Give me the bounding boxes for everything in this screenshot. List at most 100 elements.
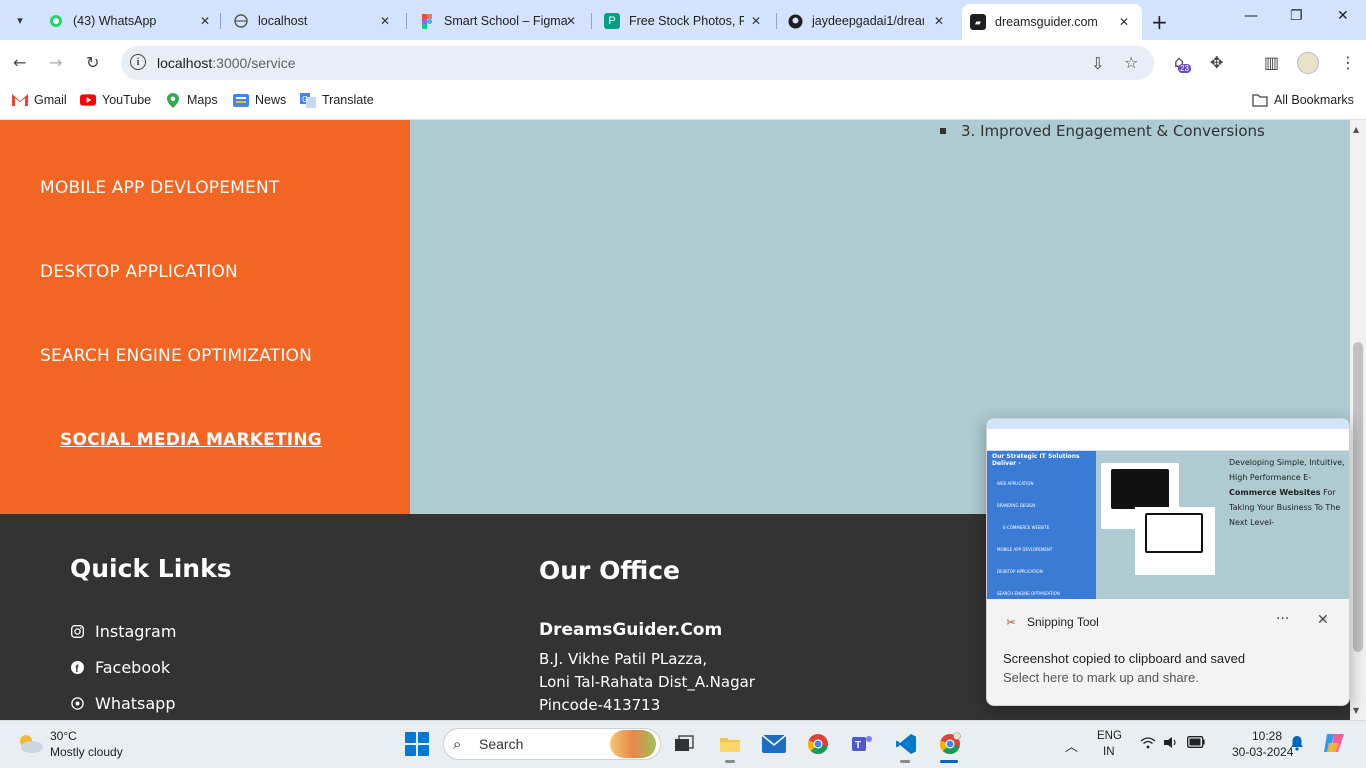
- facebook-icon: f: [70, 661, 84, 675]
- gmail-icon: [12, 93, 28, 107]
- quick-links-heading: Quick Links: [70, 554, 232, 583]
- bookmark-label: YouTube: [102, 93, 152, 107]
- link-whatsapp[interactable]: Whatsapp: [70, 694, 176, 713]
- chrome-icon[interactable]: [804, 730, 832, 758]
- bookmark-youtube[interactable]: YouTube: [80, 93, 151, 107]
- globe-icon: [233, 13, 249, 29]
- link-facebook[interactable]: f Facebook: [70, 658, 170, 677]
- tab-search-button[interactable]: ▾: [8, 8, 32, 32]
- weather-cloud-icon[interactable]: [16, 732, 44, 754]
- search-label: Search: [479, 736, 524, 752]
- vscode-icon[interactable]: [892, 730, 920, 758]
- translate-icon: G: [300, 92, 316, 108]
- bookmark-label: All Bookmarks: [1274, 93, 1354, 107]
- bookmark-news[interactable]: News: [233, 93, 286, 107]
- weather-temp[interactable]: 30°C: [50, 729, 77, 743]
- all-bookmarks[interactable]: All Bookmarks: [1252, 93, 1354, 107]
- bookmark-translate[interactable]: G Translate: [300, 92, 374, 108]
- forward-button[interactable]: →: [49, 53, 62, 72]
- tab-whatsapp[interactable]: (43) WhatsApp ✕: [48, 6, 213, 36]
- toast-subtext[interactable]: Select here to mark up and share.: [1003, 670, 1199, 685]
- close-icon[interactable]: ✕: [931, 13, 947, 29]
- service-seo[interactable]: SEARCH ENGINE OPTIMIZATION: [40, 346, 312, 366]
- scroll-up-icon[interactable]: ▲: [1353, 125, 1359, 134]
- start-button[interactable]: [405, 732, 429, 756]
- file-explorer-icon[interactable]: [716, 730, 744, 758]
- notification-bell-icon[interactable]: [1290, 735, 1304, 754]
- tab-localhost[interactable]: localhost ✕: [233, 6, 393, 36]
- tab-label: dreamsguider.com: [995, 15, 1098, 29]
- snipping-tool-notification[interactable]: Our Strategic IT Solutions Deliver - WEB…: [986, 418, 1350, 706]
- scroll-thumb[interactable]: [1353, 342, 1363, 652]
- battery-icon[interactable]: [1187, 736, 1205, 751]
- github-icon: [787, 13, 803, 29]
- bookmark-gmail[interactable]: Gmail: [12, 93, 67, 107]
- tab-pexels[interactable]: P Free Stock Photos, Ro ✕: [604, 6, 764, 36]
- bookmark-maps[interactable]: Maps: [165, 92, 218, 108]
- volume-icon[interactable]: [1163, 736, 1179, 752]
- chrome-profile-icon[interactable]: [936, 730, 964, 758]
- back-button[interactable]: ←: [13, 53, 26, 72]
- close-icon[interactable]: ✕: [563, 13, 579, 29]
- clock-date[interactable]: 30-03-2024: [1232, 745, 1293, 759]
- close-icon[interactable]: ✕: [748, 13, 764, 29]
- youtube-icon: [80, 93, 96, 107]
- reload-button[interactable]: ↻: [86, 53, 99, 72]
- running-indicator: [725, 760, 735, 763]
- clock-time[interactable]: 10:28: [1252, 729, 1282, 743]
- service-social-media[interactable]: SOCIAL MEDIA MARKETING: [60, 430, 322, 450]
- mail-icon[interactable]: [760, 730, 788, 758]
- link-instagram[interactable]: Instagram: [70, 622, 176, 641]
- running-indicator: [900, 760, 910, 763]
- toast-app-name: Snipping Tool: [1027, 615, 1099, 629]
- address-line-1: B.J. Vikhe Patil PLazza,: [539, 650, 708, 668]
- window-close-button[interactable]: ✕: [1337, 8, 1349, 24]
- new-tab-button[interactable]: +: [1151, 10, 1168, 34]
- avatar[interactable]: [1297, 52, 1319, 74]
- benefit-list-item: 3. Improved Engagement & Conversions: [940, 122, 1265, 140]
- page-scrollbar[interactable]: ▲ ▼: [1350, 120, 1366, 720]
- bookmark-label: Gmail: [34, 93, 67, 107]
- info-icon[interactable]: i: [130, 54, 146, 70]
- tab-label: localhost: [258, 14, 308, 28]
- svg-text:G: G: [302, 95, 308, 104]
- task-view-icon[interactable]: [670, 730, 698, 758]
- url-path: :3000/service: [212, 55, 296, 71]
- close-icon[interactable]: ✕: [1317, 612, 1329, 628]
- tab-github[interactable]: jaydeepgadai1/dream ✕: [787, 6, 947, 36]
- tab-dreamsguider[interactable]: ▰ dreamsguider.com ✕: [962, 4, 1142, 40]
- weather-desc[interactable]: Mostly cloudy: [50, 745, 123, 759]
- thumbnail-item: MOBILE APP DEVLOPEMENT: [997, 547, 1053, 552]
- close-icon[interactable]: ✕: [197, 13, 213, 29]
- search-highlight-image: [610, 730, 656, 758]
- extensions-puzzle-icon[interactable]: ✥: [1210, 53, 1223, 72]
- minimize-button[interactable]: —: [1244, 8, 1258, 24]
- restore-button[interactable]: ❐: [1290, 8, 1303, 24]
- bookmark-star-icon[interactable]: ☆: [1124, 53, 1138, 72]
- url-text[interactable]: localhost:3000/service: [157, 55, 296, 71]
- more-options-icon[interactable]: ···: [1276, 611, 1289, 627]
- tab-figma[interactable]: Smart School – Figma ✕: [419, 6, 579, 36]
- teams-icon[interactable]: T: [848, 730, 876, 758]
- copilot-icon[interactable]: [1322, 731, 1346, 758]
- wifi-icon[interactable]: [1140, 736, 1156, 752]
- service-desktop-app[interactable]: DESKTOP APPLICATION: [40, 262, 238, 282]
- folder-icon: [1252, 93, 1268, 107]
- install-app-icon[interactable]: ⇩: [1091, 54, 1104, 73]
- menu-kebab-icon[interactable]: ⋮: [1340, 53, 1356, 72]
- service-mobile-app[interactable]: MOBILE APP DEVLOPEMENT: [40, 178, 280, 198]
- thumbnail-title: Our Strategic IT Solutions Deliver -: [992, 453, 1080, 467]
- language-code[interactable]: ENG: [1097, 730, 1122, 742]
- toast-app-row: ✂ Snipping Tool: [1003, 614, 1099, 630]
- tab-label: Smart School – Figma: [444, 14, 568, 28]
- close-icon[interactable]: ✕: [377, 13, 393, 29]
- tab-divider: [220, 13, 221, 29]
- scroll-down-icon[interactable]: ▼: [1353, 706, 1359, 715]
- language-region[interactable]: IN: [1103, 746, 1115, 758]
- show-hidden-icons[interactable]: ︿: [1065, 736, 1078, 755]
- side-panel-icon[interactable]: ▥: [1264, 53, 1279, 72]
- whatsapp-icon: [48, 13, 64, 29]
- tab-divider: [591, 13, 592, 29]
- screenshot-thumbnail[interactable]: Our Strategic IT Solutions Deliver - WEB…: [987, 419, 1349, 599]
- close-icon[interactable]: ✕: [1116, 14, 1132, 30]
